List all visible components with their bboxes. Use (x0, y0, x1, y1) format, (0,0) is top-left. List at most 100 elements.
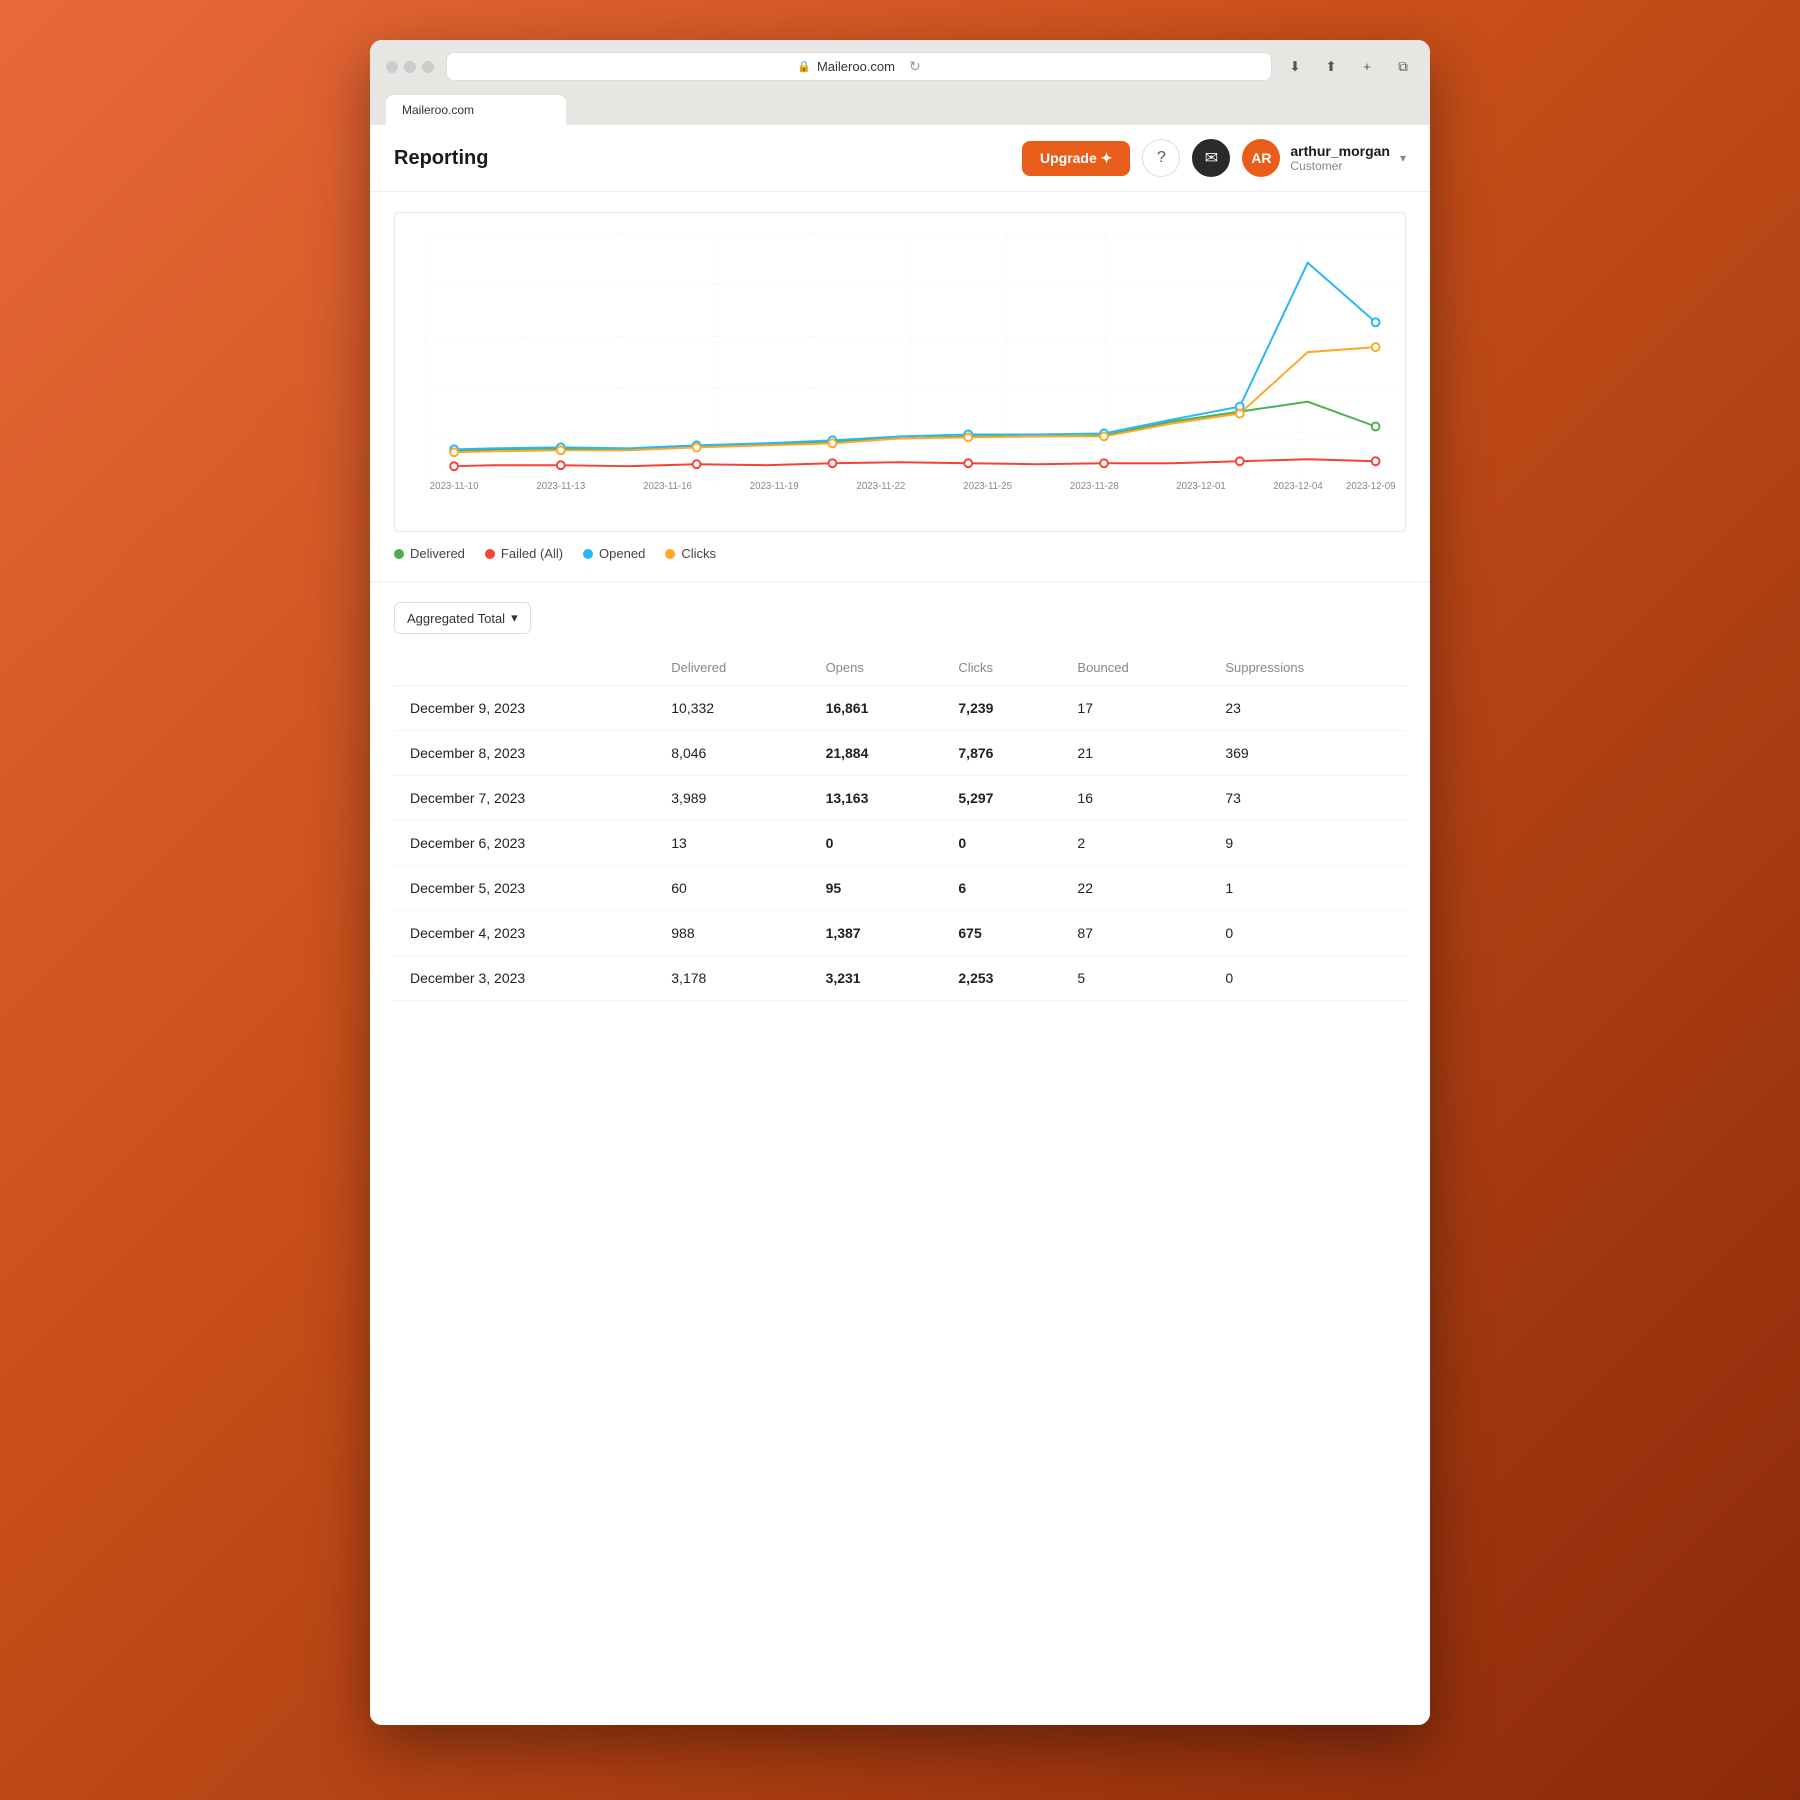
cell-clicks: 2,253 (942, 956, 1061, 1001)
svg-text:2023-11-28: 2023-11-28 (1070, 481, 1119, 491)
cell-suppressions: 9 (1209, 821, 1406, 866)
cell-date: December 4, 2023 (394, 911, 655, 956)
window-controls (386, 61, 434, 73)
active-tab[interactable]: Maileroo.com (386, 95, 566, 125)
line-chart: 2023-11-10 2023-11-13 2023-11-16 2023-11… (425, 233, 1395, 491)
cell-delivered: 3,178 (655, 956, 809, 1001)
svg-text:2023-12-04: 2023-12-04 (1273, 481, 1323, 491)
page-title: Reporting (394, 147, 488, 170)
cell-date: December 5, 2023 (394, 866, 655, 911)
lock-icon: 🔒 (797, 60, 811, 73)
aggregated-label: Aggregated Total (407, 611, 505, 626)
cell-bounced: 21 (1061, 731, 1209, 776)
mail-button[interactable]: ✉ (1192, 139, 1230, 177)
cell-clicks: 7,239 (942, 686, 1061, 731)
table-row: December 9, 2023 10,332 16,861 7,239 17 … (394, 686, 1406, 731)
chart-container: 2023-11-10 2023-11-13 2023-11-16 2023-11… (394, 212, 1406, 532)
cell-bounced: 5 (1061, 956, 1209, 1001)
svg-text:2023-12-09: 2023-12-09 (1346, 481, 1395, 491)
user-role: Customer (1290, 159, 1390, 173)
cell-date: December 6, 2023 (394, 821, 655, 866)
cell-clicks: 675 (942, 911, 1061, 956)
tabs-btn[interactable]: ⧉ (1392, 56, 1414, 78)
table-row: December 7, 2023 3,989 13,163 5,297 16 7… (394, 776, 1406, 821)
cell-suppressions: 23 (1209, 686, 1406, 731)
svg-text:2023-11-19: 2023-11-19 (750, 481, 799, 491)
share-btn[interactable]: ⬆ (1320, 56, 1342, 78)
cell-delivered: 988 (655, 911, 809, 956)
svg-text:2023-11-16: 2023-11-16 (643, 481, 692, 491)
cell-date: December 8, 2023 (394, 731, 655, 776)
help-icon: ? (1157, 149, 1166, 167)
legend-dot-opened (583, 549, 593, 559)
svg-text:2023-11-25: 2023-11-25 (963, 481, 1012, 491)
svg-text:2023-11-10: 2023-11-10 (430, 481, 479, 491)
cell-delivered: 10,332 (655, 686, 809, 731)
table-section: Aggregated Total ▾ Delivered Opens Click… (370, 582, 1430, 1021)
cell-delivered: 3,989 (655, 776, 809, 821)
download-btn[interactable]: ⬇ (1284, 56, 1306, 78)
chart-legend: Delivered Failed (All) Opened Clicks (394, 546, 1406, 561)
tab-label: Maileroo.com (402, 103, 474, 117)
cell-bounced: 2 (1061, 821, 1209, 866)
cell-bounced: 16 (1061, 776, 1209, 821)
cell-clicks: 7,876 (942, 731, 1061, 776)
app-header: Reporting Upgrade ✦ ? ✉ AR arthur_morgan… (370, 125, 1430, 192)
table-row: December 4, 2023 988 1,387 675 87 0 (394, 911, 1406, 956)
legend-label-failed: Failed (All) (501, 546, 563, 561)
upgrade-label: Upgrade ✦ (1040, 150, 1112, 167)
data-table: Delivered Opens Clicks Bounced Suppressi… (394, 650, 1406, 1001)
cell-suppressions: 1 (1209, 866, 1406, 911)
dot-close (386, 61, 398, 73)
legend-label-delivered: Delivered (410, 546, 465, 561)
col-header-suppressions: Suppressions (1209, 650, 1406, 686)
browser-window: 🔒 Maileroo.com ↻ ⬇ ⬆ + ⧉ Maileroo.com Re… (370, 40, 1430, 1725)
refresh-icon[interactable]: ↻ (909, 58, 921, 75)
cell-opens: 21,884 (810, 731, 943, 776)
legend-delivered: Delivered (394, 546, 465, 561)
cell-suppressions: 369 (1209, 731, 1406, 776)
url-text: Maileroo.com (817, 59, 895, 74)
cell-suppressions: 0 (1209, 956, 1406, 1001)
app-content: Reporting Upgrade ✦ ? ✉ AR arthur_morgan… (370, 125, 1430, 1725)
new-tab-btn[interactable]: + (1356, 56, 1378, 78)
address-bar[interactable]: 🔒 Maileroo.com ↻ (446, 52, 1272, 81)
user-menu[interactable]: AR arthur_morgan Customer ▾ (1242, 139, 1406, 177)
cell-date: December 7, 2023 (394, 776, 655, 821)
cell-bounced: 22 (1061, 866, 1209, 911)
browser-actions: ⬇ ⬆ + ⧉ (1284, 56, 1414, 78)
tab-bar: Maileroo.com (386, 91, 1414, 125)
aggregated-select[interactable]: Aggregated Total ▾ (394, 602, 531, 634)
username: arthur_morgan (1290, 143, 1390, 159)
cell-suppressions: 0 (1209, 911, 1406, 956)
chart-section: 2023-11-10 2023-11-13 2023-11-16 2023-11… (370, 192, 1430, 582)
cell-opens: 95 (810, 866, 943, 911)
user-text: arthur_morgan Customer (1290, 143, 1390, 173)
help-button[interactable]: ? (1142, 139, 1180, 177)
legend-dot-delivered (394, 549, 404, 559)
col-header-clicks: Clicks (942, 650, 1061, 686)
upgrade-button[interactable]: Upgrade ✦ (1022, 141, 1130, 176)
table-header-row: Delivered Opens Clicks Bounced Suppressi… (394, 650, 1406, 686)
legend-dot-failed (485, 549, 495, 559)
cell-delivered: 60 (655, 866, 809, 911)
legend-label-clicks: Clicks (681, 546, 716, 561)
table-row: December 6, 2023 13 0 0 2 9 (394, 821, 1406, 866)
chevron-down-icon: ▾ (1400, 151, 1406, 165)
svg-text:2023-11-13: 2023-11-13 (536, 481, 585, 491)
col-header-bounced: Bounced (1061, 650, 1209, 686)
browser-chrome: 🔒 Maileroo.com ↻ ⬇ ⬆ + ⧉ Maileroo.com (370, 40, 1430, 125)
col-header-delivered: Delivered (655, 650, 809, 686)
cell-date: December 3, 2023 (394, 956, 655, 1001)
dot-maximize (422, 61, 434, 73)
cell-clicks: 6 (942, 866, 1061, 911)
cell-bounced: 17 (1061, 686, 1209, 731)
cell-opens: 1,387 (810, 911, 943, 956)
delivered-dot (1372, 423, 1380, 431)
svg-text:2023-12-01: 2023-12-01 (1176, 481, 1226, 491)
avatar: AR (1242, 139, 1280, 177)
table-row: December 5, 2023 60 95 6 22 1 (394, 866, 1406, 911)
svg-text:2023-11-22: 2023-11-22 (856, 481, 905, 491)
cell-opens: 13,163 (810, 776, 943, 821)
cell-opens: 0 (810, 821, 943, 866)
